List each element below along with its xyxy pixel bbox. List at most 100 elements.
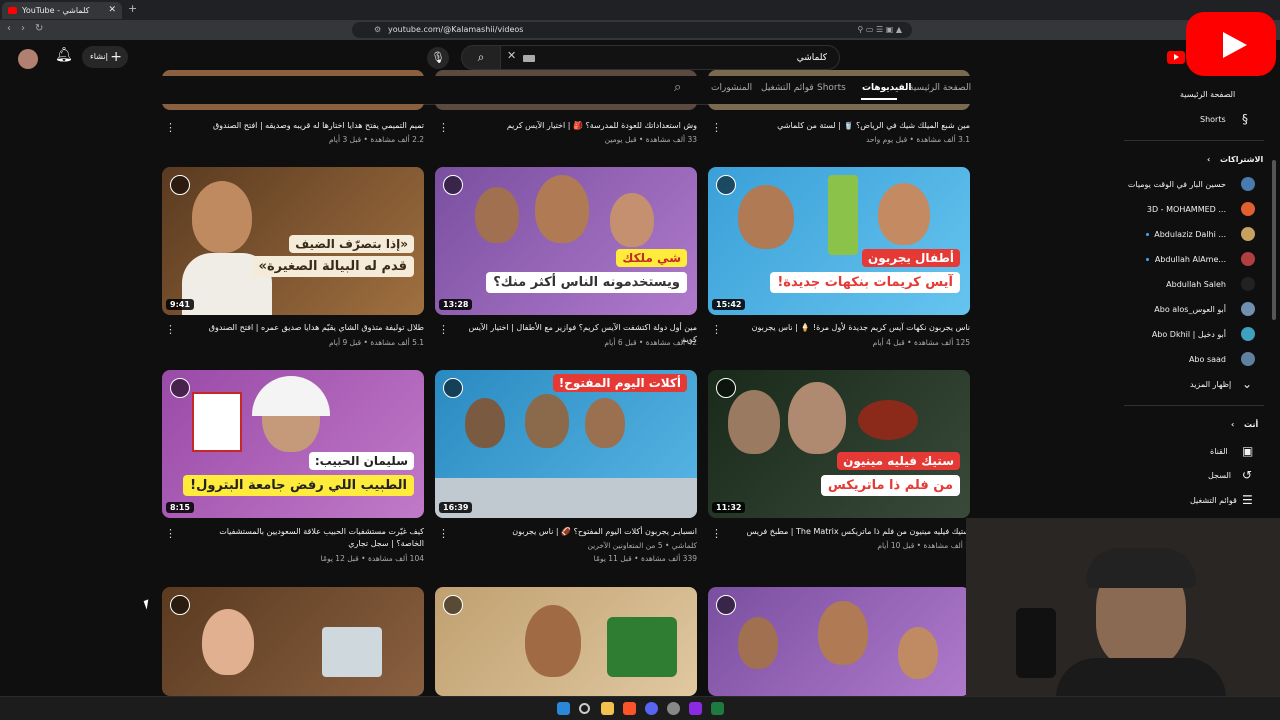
tab-home-label[interactable]: الصفحة الرئيسية — [909, 83, 971, 93]
brave-icon[interactable] — [623, 702, 636, 715]
subscription-name[interactable]: Abdullah AlAme... — [1155, 255, 1226, 264]
subscription-name[interactable]: Abdullah Saleh — [1166, 280, 1226, 289]
discord-icon[interactable] — [645, 702, 658, 715]
site-info-icon[interactable]: ⚙ — [374, 22, 381, 38]
thumbnail-text: آيس كريمات بنكهات جديدة! — [770, 272, 960, 293]
premiere-icon[interactable] — [689, 702, 702, 715]
url-bar[interactable]: ⚙ youtube.com/@Kalamashii/videos ⚲ ▭ ☰ ▣… — [352, 22, 912, 38]
tab-shorts-label[interactable]: Shorts — [817, 83, 846, 93]
subscription-name[interactable]: Abo saad — [1189, 355, 1226, 364]
more-options-icon[interactable]: ⋮ — [438, 323, 449, 336]
shorts-icon: § — [1242, 112, 1248, 126]
tab-posts-label[interactable]: المنشورات — [711, 83, 752, 93]
extensions-icon[interactable]: ⚲ ▭ ☰ ▣ ▲ — [858, 22, 902, 38]
sidebar-scrollbar[interactable] — [1272, 160, 1276, 320]
subscription-avatar[interactable] — [1241, 352, 1255, 366]
video-title[interactable]: وش استعداداتك للعودة للمدرسة؟ 🎒 | اختيار… — [465, 120, 697, 132]
video-title[interactable]: ناس يجربون نكهات آيس كريم جديدة لأول مرة… — [738, 322, 970, 334]
video-meta: 339 ألف مشاهدة • قبل 11 يومًا — [593, 554, 697, 563]
more-options-icon[interactable]: ⋮ — [711, 121, 722, 134]
back-icon[interactable]: ‹ — [7, 23, 11, 34]
channel-search-button[interactable]: ⌕ — [674, 80, 681, 95]
search-button[interactable]: ⌕ — [461, 45, 501, 70]
new-tab-icon[interactable]: + — [128, 2, 137, 15]
video-title[interactable]: ستيك فيليه مينيون من فلم ذا ماتريكس The … — [738, 526, 970, 538]
subscription-avatar[interactable] — [1241, 252, 1255, 266]
notifications-icon[interactable]: 🔔︎ — [55, 47, 73, 63]
video-thumbnail[interactable] — [708, 587, 970, 696]
subscription-name[interactable]: Abdulaziz Dalhi ... — [1154, 230, 1226, 239]
video-title[interactable]: انسبايـر يجربون أكلات اليوم المفتوح؟ 🏈 |… — [465, 526, 697, 538]
more-options-icon[interactable]: ⋮ — [165, 121, 176, 134]
thumbnail-text: «إذا بتصرّف الضيف — [289, 235, 414, 253]
tab-videos-label[interactable]: الفيديوهات — [862, 83, 912, 93]
live-badge-icon — [170, 378, 190, 398]
sidebar-item-history[interactable]: السجل — [1208, 471, 1231, 480]
more-options-icon[interactable]: ⋮ — [438, 121, 449, 134]
subscription-avatar[interactable] — [1241, 302, 1255, 316]
live-badge-icon — [716, 378, 736, 398]
more-options-icon[interactable]: ⋮ — [165, 323, 176, 336]
chevron-down-icon[interactable]: ⌄ — [1242, 377, 1252, 391]
more-options-icon[interactable]: ⋮ — [438, 527, 449, 540]
forward-icon[interactable]: › — [21, 23, 25, 34]
video-thumbnail[interactable] — [435, 587, 697, 696]
subscription-avatar[interactable] — [1241, 177, 1255, 191]
more-options-icon[interactable]: ⋮ — [711, 323, 722, 336]
video-meta: 42 ألف مشاهدة • قبل 6 أيام — [604, 338, 697, 347]
video-meta: 2 ألف مشاهدة • قبل 10 أيام — [877, 541, 970, 550]
subscription-avatar[interactable] — [1241, 227, 1255, 241]
you-heading[interactable]: أنت — [1244, 420, 1258, 429]
video-thumbnail[interactable]: ستيك فيليه مينيون من فلم ذا ماتريكس 11:3… — [708, 370, 970, 518]
video-title[interactable]: طلال توليفة متذوق الشاي يقيّم هدايا صديق… — [192, 322, 424, 334]
video-thumbnail[interactable]: «إذا بتصرّف الضيف قدم له البيالة الصغيرة… — [162, 167, 424, 315]
sidebar-item-playlists[interactable]: قوائم التشغيل — [1190, 496, 1237, 505]
subscription-name[interactable]: Abo alos_أبو العوس — [1154, 305, 1226, 314]
more-options-icon[interactable]: ⋮ — [711, 527, 722, 540]
search-icon[interactable] — [579, 703, 590, 714]
file-explorer-icon[interactable] — [601, 702, 614, 715]
search-box: ✕ — [500, 45, 840, 70]
create-button[interactable]: إنشاء + — [82, 46, 128, 68]
video-title[interactable]: كيف غيّرت مستشفيات الحبيب علاقة السعوديي… — [192, 526, 424, 550]
live-badge-icon — [170, 175, 190, 195]
excel-icon[interactable] — [711, 702, 724, 715]
video-thumbnail[interactable]: شي ملكك ويستخدمونه الناس أكثر منك؟ 13:28 — [435, 167, 697, 315]
sidebar-item-home[interactable]: الصفحة الرئيسية — [1180, 90, 1235, 99]
video-thumbnail[interactable]: أكلات اليوم المفتوح! 16:39 — [435, 370, 697, 518]
sidebar-item-channel[interactable]: القناة — [1210, 447, 1228, 456]
video-thumbnail[interactable] — [162, 587, 424, 696]
voice-search-icon[interactable]: 🎙︎ — [427, 47, 449, 69]
video-thumbnail[interactable]: أطفال يجربون آيس كريمات بنكهات جديدة! 15… — [708, 167, 970, 315]
sidebar-divider — [1124, 140, 1264, 141]
subscription-avatar[interactable] — [1241, 277, 1255, 291]
tab-playlists-label[interactable]: قوائم التشغيل — [761, 83, 814, 93]
video-title[interactable]: تميم التميمي يفتح هدايا اختارها له قريبه… — [192, 120, 424, 132]
reload-icon[interactable]: ↻ — [35, 23, 43, 34]
thumbnail-text: أطفال يجربون — [861, 249, 960, 267]
search-input[interactable] — [531, 49, 827, 67]
video-thumbnail[interactable]: سليمان الحبيب: الطبيب اللي رفض جامعة الب… — [162, 370, 424, 518]
thumbnail-text: شي ملكك — [616, 249, 687, 267]
subscriptions-heading[interactable]: الاشتراكات — [1220, 155, 1263, 164]
subscription-name[interactable]: 3D - MOHAMMED ... — [1147, 205, 1226, 214]
account-avatar[interactable] — [18, 49, 38, 69]
more-options-icon[interactable]: ⋮ — [165, 527, 176, 540]
show-more-label[interactable]: إظهار المزيد — [1190, 380, 1231, 389]
subscription-name[interactable]: Abo Dkhil | أبو دخيل — [1152, 330, 1226, 339]
subscription-avatar[interactable] — [1241, 327, 1255, 341]
youtube-favicon-icon — [8, 7, 17, 14]
browser-tab[interactable]: YouTube - كلماشي ✕ — [2, 2, 122, 19]
obs-icon[interactable] — [667, 702, 680, 715]
subscription-avatar[interactable] — [1241, 202, 1255, 216]
overlay-youtube-logo — [1186, 12, 1276, 76]
sidebar-item-shorts[interactable]: Shorts — [1200, 115, 1226, 124]
youtube-logo[interactable] — [1167, 51, 1185, 64]
video-title[interactable]: مين شبع الميلك شيك في الرياض؟ 🥤 | لستة م… — [738, 120, 970, 132]
subscription-name[interactable]: حسين البار في الوقت يوميات — [1128, 180, 1226, 189]
thumbnail-text: سليمان الحبيب: — [308, 452, 414, 470]
start-icon[interactable] — [557, 702, 570, 715]
video-channel[interactable]: كلماشي • 5 من المتعاونين الآخرين — [465, 541, 697, 550]
clear-search-icon[interactable]: ✕ — [507, 49, 516, 62]
close-tab-icon[interactable]: ✕ — [108, 2, 116, 19]
